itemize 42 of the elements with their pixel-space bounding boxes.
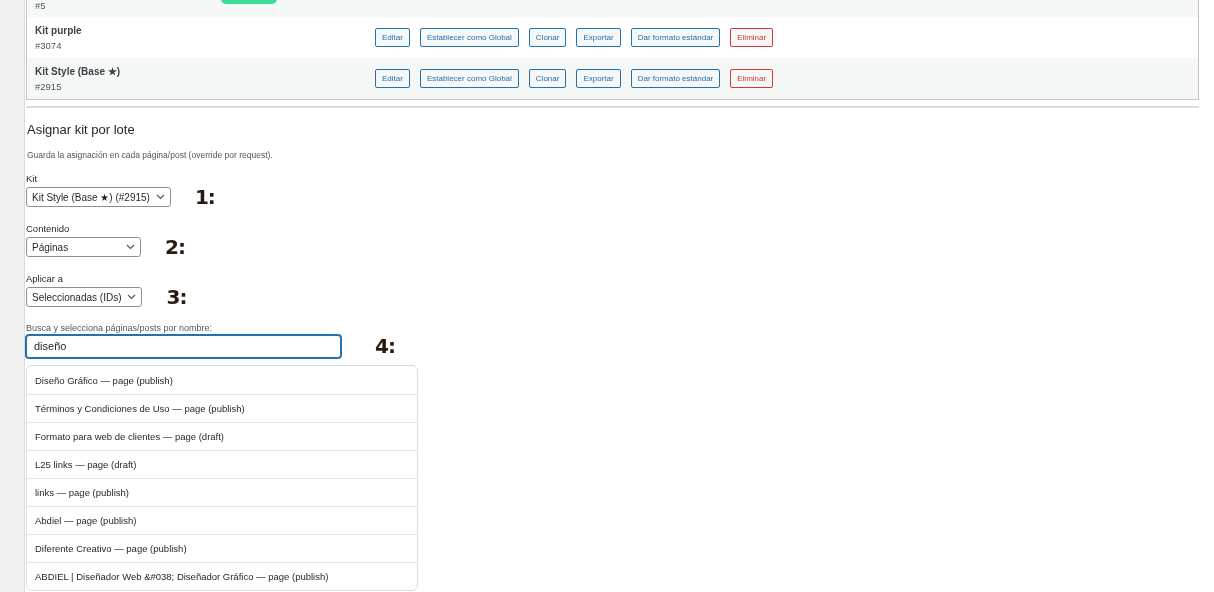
kit-name: Kit purple <box>35 24 83 36</box>
result-item[interactable]: Abdiel — page (publish) <box>27 506 417 534</box>
chevron-icon <box>127 294 137 300</box>
action-button[interactable]: Clonar <box>528 28 567 47</box>
action-button[interactable]: Establecer como Global <box>419 28 519 47</box>
kit-id: #3074 <box>35 39 63 51</box>
result-item[interactable]: ABDIEL | Diseñador Web &#038; Diseñador Gráfico — page (publish) <box>27 562 417 590</box>
field-label: Aplicar a <box>26 273 64 284</box>
dropdown[interactable]: Kit Style (Base ★) (#2915) <box>26 187 171 207</box>
action-button[interactable]: Clonar <box>528 69 567 88</box>
kit-name: Kit Style (Base ★) <box>35 65 122 77</box>
action-button[interactable]: Eliminar <box>730 28 774 47</box>
chevron-icon <box>126 244 135 250</box>
section-title: Asignar kit por lote <box>27 122 136 137</box>
field-label: Contenido <box>26 223 71 234</box>
result-item[interactable]: Formato para web de clientes — page (draft) <box>27 422 417 450</box>
action-button[interactable]: Dar formato estándar <box>630 69 721 88</box>
action-button[interactable]: Exportar <box>576 28 621 47</box>
field-label: Kit <box>26 173 39 184</box>
search-field[interactable]: diseño <box>26 334 341 358</box>
step-marker: 3: <box>166 285 187 309</box>
step-marker: 1: <box>194 185 215 209</box>
chevron-icon <box>155 194 165 200</box>
kit-id: #5 <box>35 0 47 11</box>
result-item[interactable]: Diseño Gráfico — page (publish) <box>27 366 417 394</box>
field-label: Busca y selecciona páginas/posts por nombre: <box>26 323 214 333</box>
action-button[interactable]: Dar formato estándar <box>630 28 721 47</box>
kit-id: #2915 <box>35 80 63 92</box>
result-item[interactable]: links — page (publish) <box>27 478 417 506</box>
dropdown[interactable]: Seleccionadas (IDs) <box>26 287 143 307</box>
action-button[interactable]: Eliminar <box>730 69 774 88</box>
step-marker: 2: <box>165 235 185 259</box>
action-button[interactable]: Editar <box>375 28 410 47</box>
section-description: Guarda la asignación en cada página/post (override por request). <box>27 150 274 160</box>
step-marker: 4: <box>375 334 395 358</box>
action-button[interactable]: Exportar <box>576 69 621 88</box>
dropdown[interactable]: Páginas <box>26 237 141 257</box>
result-item[interactable]: Términos y Condiciones de Uso — page (publish) <box>27 394 417 422</box>
result-item[interactable]: L25 links — page (draft) <box>27 450 417 478</box>
result-item[interactable]: Diferente Creativo — page (publish) <box>27 534 417 562</box>
action-button[interactable]: Establecer como Global <box>419 69 519 88</box>
action-button[interactable]: Editar <box>375 69 410 88</box>
